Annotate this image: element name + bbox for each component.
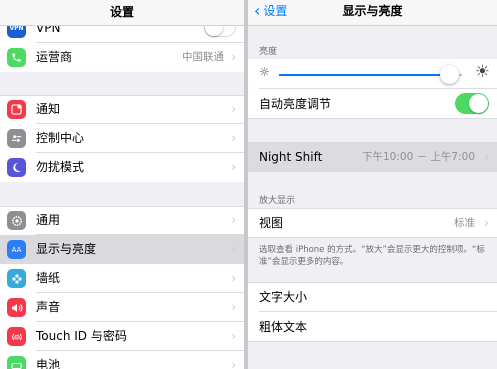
view-label: 视图 bbox=[259, 216, 284, 230]
chevron-right-icon: › bbox=[231, 358, 236, 369]
brightness-slider-fill bbox=[279, 74, 450, 76]
chevron-right-icon: › bbox=[231, 160, 236, 174]
detail-navbar: ‹ 设置 显示与亮度 bbox=[248, 0, 497, 26]
brightness-slider-knob[interactable] bbox=[440, 65, 460, 84]
settings-row-control-center[interactable]: 控制中心 › bbox=[0, 124, 244, 153]
settings-row-display-brightness[interactable]: AA 显示与亮度 › bbox=[0, 235, 244, 264]
brightness-slider[interactable] bbox=[279, 65, 462, 84]
chevron-right-icon: › bbox=[231, 102, 236, 116]
settings-row-carrier[interactable]: 运营商 中国联通 › bbox=[0, 43, 244, 72]
night-shift-label: Night Shift bbox=[259, 150, 323, 164]
zoom-section-header: 放大显示 bbox=[259, 196, 296, 206]
settings-row-label: Touch ID 与密码 bbox=[36, 329, 127, 343]
settings-list-pane: VPN VPN 运营商 中国联通 › 通知 › 控制中心 › 勿扰模式 › 通用… bbox=[0, 0, 244, 369]
bold-text-label: 粗体文本 bbox=[259, 320, 308, 334]
brightness-section-header: 亮度 bbox=[259, 47, 278, 57]
settings-row-sounds[interactable]: 声音 › bbox=[0, 293, 244, 322]
auto-brightness-row: 自动亮度调节 bbox=[248, 89, 497, 119]
chevron-right-icon: › bbox=[231, 329, 236, 343]
brightness-row: ☼ ☀ bbox=[248, 59, 497, 89]
auto-brightness-toggle[interactable] bbox=[455, 93, 489, 114]
settings-row-label: 声音 bbox=[36, 300, 61, 314]
settings-row-general[interactable]: 通用 › bbox=[0, 206, 244, 235]
gear-icon bbox=[7, 211, 26, 230]
settings-row-label: 控制中心 bbox=[36, 131, 85, 145]
phone-icon bbox=[7, 48, 26, 67]
bold-text-row[interactable]: 粗体文本 bbox=[248, 312, 497, 342]
view-row[interactable]: 视图 标准 › bbox=[248, 208, 497, 238]
zoom-footnote: 选取查看 iPhone 的方式。“放大”会显示更大的控制项。“标准”会显示更多的… bbox=[259, 245, 485, 267]
settings-row-label: 墙纸 bbox=[36, 271, 61, 285]
carrier-value: 中国联通 bbox=[182, 51, 224, 63]
settings-row-do-not-disturb[interactable]: 勿扰模式 › bbox=[0, 153, 244, 182]
text-size-label: 文字大小 bbox=[259, 290, 308, 304]
night-shift-schedule: 下午10:00 － 上午7:00 bbox=[361, 151, 475, 163]
fingerprint-icon bbox=[7, 327, 26, 346]
battery-icon bbox=[7, 356, 26, 369]
chevron-right-icon: › bbox=[231, 131, 236, 145]
notifications-icon bbox=[7, 100, 26, 119]
view-value: 标准 bbox=[454, 217, 475, 229]
wallpaper-icon bbox=[7, 269, 26, 288]
settings-row-label: 勿扰模式 bbox=[36, 160, 85, 174]
settings-row-label: 电池 bbox=[36, 358, 61, 369]
settings-row-label: 通知 bbox=[36, 102, 61, 116]
chevron-right-icon: › bbox=[231, 50, 236, 64]
sun-small-icon: ☼ bbox=[259, 65, 270, 79]
chevron-right-icon: › bbox=[231, 213, 236, 227]
control-center-icon bbox=[7, 129, 26, 148]
sun-large-icon: ☀ bbox=[474, 62, 490, 82]
page-title: 显示与亮度 bbox=[342, 4, 403, 18]
display-brightness-pane: ‹ 设置 显示与亮度 亮度 ☼ ☀ 自动亮度调节 Night Shift 下午10… bbox=[248, 0, 497, 369]
night-shift-row[interactable]: Night Shift 下午10:00 － 上午7:00 › bbox=[248, 142, 497, 172]
settings-row-touch-id[interactable]: Touch ID 与密码 › bbox=[0, 322, 244, 351]
settings-row-wallpaper[interactable]: 墙纸 › bbox=[0, 264, 244, 293]
chevron-right-icon: › bbox=[231, 271, 236, 285]
settings-row-label: 通用 bbox=[36, 213, 61, 227]
chevron-right-icon: › bbox=[231, 242, 236, 256]
speaker-icon bbox=[7, 298, 26, 317]
chevron-right-icon: › bbox=[484, 150, 489, 164]
chevron-right-icon: › bbox=[231, 300, 236, 314]
display-icon: AA bbox=[7, 240, 26, 259]
moon-icon bbox=[7, 158, 26, 177]
settings-row-label: 运营商 bbox=[36, 50, 73, 64]
text-size-row[interactable]: 文字大小 bbox=[248, 282, 497, 312]
page-title: 设置 bbox=[109, 5, 134, 19]
settings-row-battery[interactable]: 电池 › bbox=[0, 351, 244, 369]
auto-brightness-label: 自动亮度调节 bbox=[259, 97, 332, 111]
settings-row-notifications[interactable]: 通知 › bbox=[0, 95, 244, 124]
chevron-right-icon: › bbox=[484, 216, 489, 230]
settings-row-label: 显示与亮度 bbox=[36, 242, 97, 256]
settings-navbar: 设置 bbox=[0, 0, 244, 26]
